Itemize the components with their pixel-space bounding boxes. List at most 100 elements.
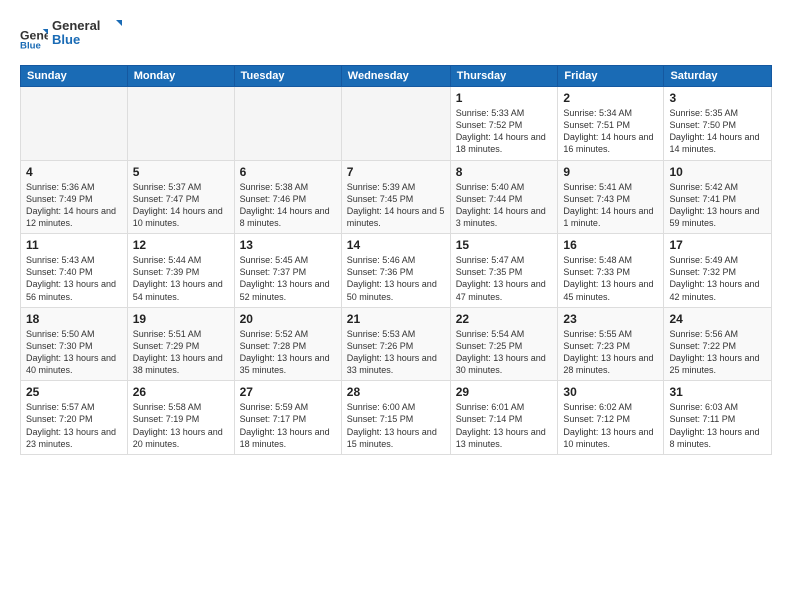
calendar-cell: 16 Sunrise: 5:48 AMSunset: 7:33 PMDayligh… <box>558 234 664 308</box>
calendar-table: Sunday Monday Tuesday Wednesday Thursday… <box>20 65 772 455</box>
day-info: Sunrise: 5:59 AMSunset: 7:17 PMDaylight:… <box>240 401 336 450</box>
day-info: Sunrise: 5:54 AMSunset: 7:25 PMDaylight:… <box>456 328 553 377</box>
day-number: 22 <box>456 312 553 326</box>
logo: General Blue General Blue <box>20 16 122 55</box>
day-number: 31 <box>669 385 766 399</box>
day-number: 1 <box>456 91 553 105</box>
calendar-week-row: 25Sunrise: 5:57 AMSunset: 7:20 PMDayligh… <box>21 381 772 455</box>
day-info: Sunrise: 6:00 AMSunset: 7:15 PMDaylight:… <box>347 401 445 450</box>
day-info: Sunrise: 5:58 AMSunset: 7:19 PMDaylight:… <box>133 401 229 450</box>
page: General Blue General Blue Sunday Monday … <box>0 0 792 612</box>
calendar-cell: 14 Sunrise: 5:46 AMSunset: 7:36 PMDayligh… <box>341 234 450 308</box>
day-info: Sunrise: 5:34 AMSunset: 7:51 PMDaylight:… <box>563 107 658 156</box>
calendar-cell: 31 Sunrise: 6:03 AMSunset: 7:11 PMDayligh… <box>664 381 772 455</box>
day-number: 15 <box>456 238 553 252</box>
calendar-cell: 26 Sunrise: 5:58 AMSunset: 7:19 PMDayligh… <box>127 381 234 455</box>
svg-text:Blue: Blue <box>20 40 41 50</box>
day-number: 14 <box>347 238 445 252</box>
day-number: 23 <box>563 312 658 326</box>
day-info: Sunrise: 6:02 AMSunset: 7:12 PMDaylight:… <box>563 401 658 450</box>
calendar-cell: 9 Sunrise: 5:41 AMSunset: 7:43 PMDaylight… <box>558 160 664 234</box>
calendar-cell: 2Sunrise: 5:34 AMSunset: 7:51 PMDaylight… <box>558 87 664 161</box>
day-info: Sunrise: 5:51 AMSunset: 7:29 PMDaylight:… <box>133 328 229 377</box>
calendar-cell <box>234 87 341 161</box>
day-info: Sunrise: 5:57 AMSunset: 7:20 PMDaylight:… <box>26 401 122 450</box>
day-info: Sunrise: 5:52 AMSunset: 7:28 PMDaylight:… <box>240 328 336 377</box>
day-number: 10 <box>669 165 766 179</box>
calendar-cell <box>127 87 234 161</box>
header-tuesday: Tuesday <box>234 66 341 87</box>
calendar-cell: 25Sunrise: 5:57 AMSunset: 7:20 PMDayligh… <box>21 381 128 455</box>
calendar-cell: 6 Sunrise: 5:38 AMSunset: 7:46 PMDaylight… <box>234 160 341 234</box>
day-info: Sunrise: 5:56 AMSunset: 7:22 PMDaylight:… <box>669 328 766 377</box>
day-number: 6 <box>240 165 336 179</box>
calendar-cell: 19 Sunrise: 5:51 AMSunset: 7:29 PMDayligh… <box>127 307 234 381</box>
day-info: Sunrise: 5:53 AMSunset: 7:26 PMDaylight:… <box>347 328 445 377</box>
calendar-cell: 27 Sunrise: 5:59 AMSunset: 7:17 PMDayligh… <box>234 381 341 455</box>
day-number: 21 <box>347 312 445 326</box>
day-info: Sunrise: 5:46 AMSunset: 7:36 PMDaylight:… <box>347 254 445 303</box>
day-info: Sunrise: 5:47 AMSunset: 7:35 PMDaylight:… <box>456 254 553 303</box>
calendar-cell: 30 Sunrise: 6:02 AMSunset: 7:12 PMDayligh… <box>558 381 664 455</box>
header-wednesday: Wednesday <box>341 66 450 87</box>
day-info: Sunrise: 5:36 AMSunset: 7:49 PMDaylight:… <box>26 181 122 230</box>
day-info: Sunrise: 5:38 AMSunset: 7:46 PMDaylight:… <box>240 181 336 230</box>
day-info: Sunrise: 5:40 AMSunset: 7:44 PMDaylight:… <box>456 181 553 230</box>
day-info: Sunrise: 6:03 AMSunset: 7:11 PMDaylight:… <box>669 401 766 450</box>
calendar-cell: 20Sunrise: 5:52 AMSunset: 7:28 PMDayligh… <box>234 307 341 381</box>
day-number: 30 <box>563 385 658 399</box>
day-info: Sunrise: 5:48 AMSunset: 7:33 PMDaylight:… <box>563 254 658 303</box>
calendar-week-row: 1Sunrise: 5:33 AMSunset: 7:52 PMDaylight… <box>21 87 772 161</box>
calendar-cell <box>21 87 128 161</box>
calendar-week-row: 18Sunrise: 5:50 AMSunset: 7:30 PMDayligh… <box>21 307 772 381</box>
calendar-cell: 18Sunrise: 5:50 AMSunset: 7:30 PMDayligh… <box>21 307 128 381</box>
day-info: Sunrise: 5:44 AMSunset: 7:39 PMDaylight:… <box>133 254 229 303</box>
header-monday: Monday <box>127 66 234 87</box>
day-number: 9 <box>563 165 658 179</box>
day-info: Sunrise: 5:49 AMSunset: 7:32 PMDaylight:… <box>669 254 766 303</box>
day-info: Sunrise: 5:43 AMSunset: 7:40 PMDaylight:… <box>26 254 122 303</box>
day-number: 29 <box>456 385 553 399</box>
day-number: 26 <box>133 385 229 399</box>
logo-svg: General Blue <box>52 16 122 50</box>
svg-text:Blue: Blue <box>52 32 80 47</box>
calendar-cell: 4 Sunrise: 5:36 AMSunset: 7:49 PMDaylight… <box>21 160 128 234</box>
day-info: Sunrise: 5:35 AMSunset: 7:50 PMDaylight:… <box>669 107 766 156</box>
day-info: Sunrise: 5:42 AMSunset: 7:41 PMDaylight:… <box>669 181 766 230</box>
day-number: 17 <box>669 238 766 252</box>
header-saturday: Saturday <box>664 66 772 87</box>
header-thursday: Thursday <box>450 66 558 87</box>
header-friday: Friday <box>558 66 664 87</box>
calendar-week-row: 11Sunrise: 5:43 AMSunset: 7:40 PMDayligh… <box>21 234 772 308</box>
calendar-week-row: 4 Sunrise: 5:36 AMSunset: 7:49 PMDaylight… <box>21 160 772 234</box>
header-sunday: Sunday <box>21 66 128 87</box>
calendar-cell: 23 Sunrise: 5:55 AMSunset: 7:23 PMDayligh… <box>558 307 664 381</box>
calendar-cell: 15 Sunrise: 5:47 AMSunset: 7:35 PMDayligh… <box>450 234 558 308</box>
day-number: 3 <box>669 91 766 105</box>
day-info: Sunrise: 5:37 AMSunset: 7:47 PMDaylight:… <box>133 181 229 230</box>
logo-icon: General Blue <box>20 22 48 50</box>
header: General Blue General Blue <box>20 16 772 55</box>
svg-text:General: General <box>52 18 100 33</box>
day-info: Sunrise: 5:45 AMSunset: 7:37 PMDaylight:… <box>240 254 336 303</box>
day-info: Sunrise: 6:01 AMSunset: 7:14 PMDaylight:… <box>456 401 553 450</box>
calendar-cell: 24 Sunrise: 5:56 AMSunset: 7:22 PMDayligh… <box>664 307 772 381</box>
day-number: 19 <box>133 312 229 326</box>
day-number: 8 <box>456 165 553 179</box>
calendar-cell: 13 Sunrise: 5:45 AMSunset: 7:37 PMDayligh… <box>234 234 341 308</box>
day-number: 12 <box>133 238 229 252</box>
day-number: 16 <box>563 238 658 252</box>
calendar-cell: 21 Sunrise: 5:53 AMSunset: 7:26 PMDayligh… <box>341 307 450 381</box>
day-info: Sunrise: 5:39 AMSunset: 7:45 PMDaylight:… <box>347 181 445 230</box>
day-number: 7 <box>347 165 445 179</box>
day-info: Sunrise: 5:41 AMSunset: 7:43 PMDaylight:… <box>563 181 658 230</box>
day-number: 13 <box>240 238 336 252</box>
calendar-cell: 8 Sunrise: 5:40 AMSunset: 7:44 PMDaylight… <box>450 160 558 234</box>
day-number: 4 <box>26 165 122 179</box>
calendar-cell: 11Sunrise: 5:43 AMSunset: 7:40 PMDayligh… <box>21 234 128 308</box>
day-number: 27 <box>240 385 336 399</box>
day-info: Sunrise: 5:55 AMSunset: 7:23 PMDaylight:… <box>563 328 658 377</box>
day-number: 28 <box>347 385 445 399</box>
calendar-cell <box>341 87 450 161</box>
day-number: 24 <box>669 312 766 326</box>
